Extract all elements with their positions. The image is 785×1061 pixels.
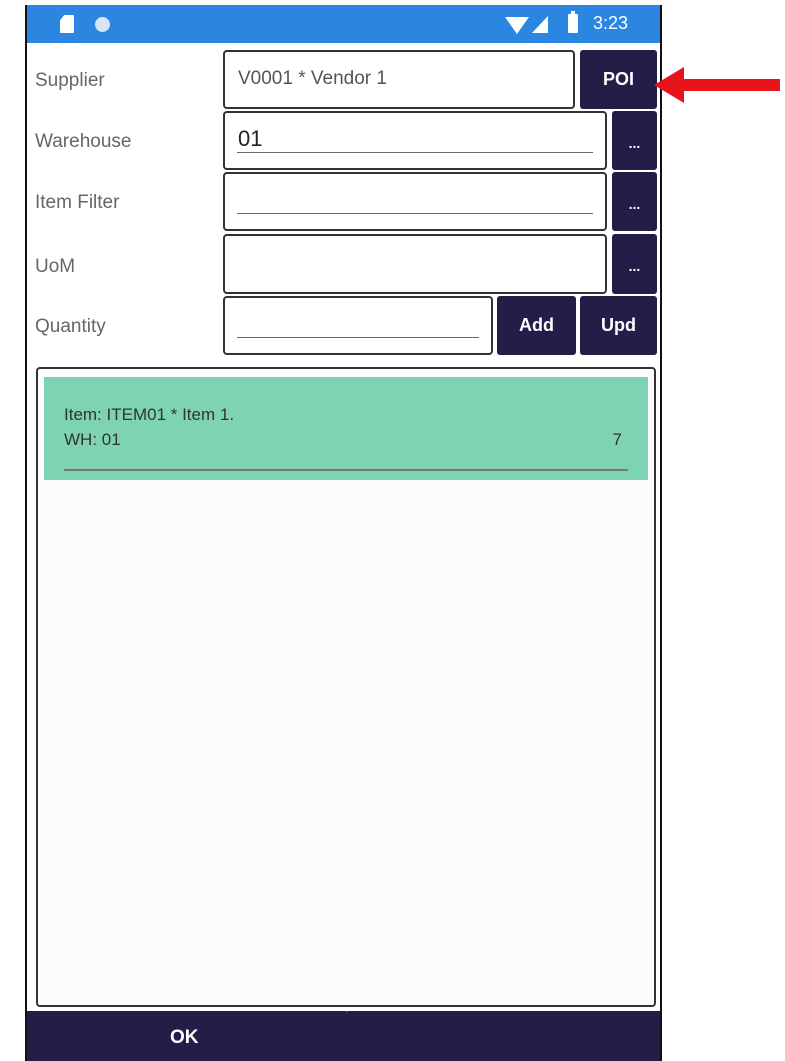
- supplier-label: Supplier: [35, 70, 105, 91]
- item-filter-lookup-button[interactable]: ...: [612, 172, 657, 231]
- ok-button[interactable]: OK: [27, 1007, 660, 1061]
- signal-icon: [532, 16, 548, 33]
- warehouse-lookup-button[interactable]: ...: [612, 111, 657, 170]
- uom-label: UoM: [35, 256, 76, 277]
- warehouse-underline: [237, 152, 593, 153]
- item-filter-label: Item Filter: [35, 192, 120, 213]
- battery-icon: [568, 11, 578, 33]
- uom-lookup-button[interactable]: ...: [612, 234, 657, 294]
- item-filter-underline: [237, 213, 593, 214]
- device-screen: 3:23 Supplier V0001 * Vendor 1 POI Wareh…: [25, 5, 662, 1061]
- list-item-divider: [64, 469, 628, 471]
- quantity-underline: [237, 337, 479, 338]
- quantity-input[interactable]: [223, 296, 493, 355]
- list-item-quantity: 7: [612, 430, 622, 449]
- upd-button[interactable]: Upd: [580, 296, 657, 355]
- status-time: 3:23: [593, 13, 629, 33]
- wifi-icon: [505, 17, 529, 34]
- item-filter-input[interactable]: [223, 172, 607, 231]
- supplier-field[interactable]: V0001 * Vendor 1: [223, 50, 575, 109]
- notification-dot-icon: [95, 17, 110, 32]
- list-item[interactable]: Item: ITEM01 * Item 1. WH: 01 7: [44, 377, 648, 480]
- annotation-arrow-icon: [654, 67, 780, 103]
- quantity-label: Quantity: [35, 316, 106, 337]
- warehouse-value: 01: [238, 126, 263, 151]
- sd-card-icon: [60, 15, 74, 33]
- uom-input[interactable]: [223, 234, 607, 294]
- list-item-title: Item: ITEM01 * Item 1.: [64, 405, 235, 424]
- add-button[interactable]: Add: [497, 296, 576, 355]
- list-item-warehouse: WH: 01: [64, 430, 121, 449]
- item-list[interactable]: Item: ITEM01 * Item 1. WH: 01 7: [36, 367, 656, 1007]
- supplier-value: V0001 * Vendor 1: [238, 68, 387, 89]
- footer-notch-icon: [344, 1007, 350, 1012]
- warehouse-label: Warehouse: [35, 131, 132, 152]
- ok-label: OK: [170, 1027, 199, 1048]
- poi-button[interactable]: POI: [580, 50, 657, 109]
- status-bar: 3:23: [27, 5, 660, 43]
- warehouse-input[interactable]: 01: [223, 111, 607, 170]
